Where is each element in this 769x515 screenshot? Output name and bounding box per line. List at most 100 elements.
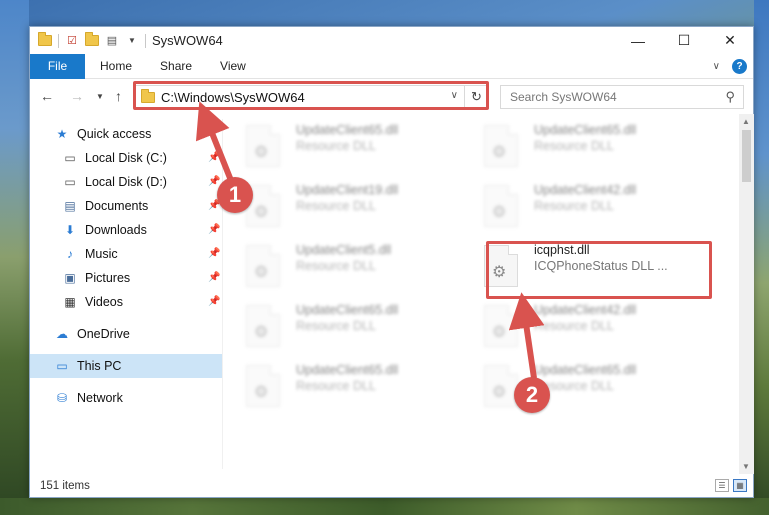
pin-icon[interactable]: 📌	[208, 248, 220, 259]
sidebar-item-network[interactable]: ⛁ Network	[30, 386, 222, 410]
dll-file-icon: ⚙	[484, 125, 518, 167]
file-item[interactable]: ⚙ UpdateClient19.dll Resource DLL	[230, 179, 450, 235]
sidebar-item-downloads[interactable]: ⬇ Downloads 📌	[30, 218, 222, 242]
ribbon-right: ∨ ?	[713, 54, 747, 79]
sidebar-item-local-disk-c[interactable]: ▭ Local Disk (C:) 📌	[30, 146, 222, 170]
sidebar-item-onedrive[interactable]: ☁ OneDrive	[30, 322, 222, 346]
file-item[interactable]: ⚙ UpdateClient65.dll Resource DLL	[230, 119, 450, 175]
minimize-button[interactable]: —	[615, 27, 661, 54]
file-description: Resource DLL	[534, 199, 614, 213]
file-item[interactable]: ⚙ UpdateClient5.dll Resource DLL	[230, 239, 450, 295]
close-button[interactable]: ✕	[707, 27, 753, 54]
sidebar-item-pictures[interactable]: ▣ Pictures 📌	[30, 266, 222, 290]
gear-icon: ⚙	[492, 144, 507, 161]
folder-icon	[38, 32, 52, 48]
sidebar-item-label: Network	[77, 391, 123, 405]
file-name: UpdateClient19.dll	[296, 183, 399, 197]
recent-locations-icon[interactable]: ▼	[96, 92, 104, 101]
dll-file-icon: ⚙	[246, 125, 280, 167]
up-arrow-icon[interactable]: ↑	[115, 88, 122, 104]
customize-toolbar-icon[interactable]: ▤	[105, 34, 119, 48]
sidebar-item-quick-access[interactable]: ★ Quick access	[30, 122, 222, 146]
file-name: UpdateClient65.dll	[534, 123, 637, 137]
toolbar-separator	[58, 33, 59, 48]
file-item[interactable]: ⚙ UpdateClient65.dll Resource DLL	[468, 359, 688, 415]
scroll-down-icon[interactable]: ▼	[742, 462, 750, 471]
file-description: Resource DLL	[296, 199, 376, 213]
tab-share[interactable]: Share	[146, 54, 206, 79]
scroll-up-icon[interactable]: ▲	[742, 117, 750, 126]
window-controls: — ☐ ✕	[615, 27, 753, 54]
search-icon[interactable]: ⚲	[725, 89, 735, 105]
details-view-icon[interactable]: ☰	[715, 479, 729, 492]
sidebar-item-music[interactable]: ♪ Music 📌	[30, 242, 222, 266]
tiles-view-icon[interactable]: ▦	[733, 479, 747, 492]
sidebar-item-label: Documents	[85, 199, 149, 213]
tab-home[interactable]: Home	[85, 54, 146, 79]
chevron-down-icon[interactable]: ▼	[125, 34, 139, 48]
pane-divider	[222, 119, 223, 469]
file-name: UpdateClient5.dll	[296, 243, 392, 257]
file-description: Resource DLL	[296, 319, 376, 333]
pin-icon[interactable]: 📌	[208, 296, 220, 307]
navigation-pane: ★ Quick access ▭ Local Disk (C:) 📌 ▭ Loc…	[30, 119, 222, 471]
file-name: UpdateClient42.dll	[534, 303, 637, 317]
dll-file-icon: ⚙	[246, 305, 280, 347]
pictures-icon: ▣	[64, 271, 76, 285]
scrollbar-thumb[interactable]	[742, 130, 751, 182]
sidebar-item-label: Quick access	[77, 127, 152, 141]
search-input[interactable]: Search SysWOW64 ⚲	[500, 85, 744, 109]
file-description: Resource DLL	[296, 379, 376, 393]
sidebar-item-label: Local Disk (C:)	[85, 151, 167, 165]
desktop-background-left	[0, 0, 29, 515]
star-icon: ★	[56, 127, 68, 141]
file-item[interactable]: ⚙ UpdateClient65.dll Resource DLL	[230, 359, 450, 415]
pin-icon[interactable]: 📌	[208, 224, 220, 235]
file-item[interactable]: ⚙ UpdateClient65.dll Resource DLL	[468, 119, 688, 175]
vertical-scrollbar[interactable]: ▲ ▼	[739, 114, 754, 474]
new-folder-icon[interactable]	[85, 32, 99, 48]
item-count: 151 items	[40, 480, 90, 492]
desktop-background-right	[754, 0, 769, 515]
sidebar-item-label: Music	[85, 247, 118, 261]
sidebar-item-documents[interactable]: ▤ Documents 📌	[30, 194, 222, 218]
gear-icon: ⚙	[492, 204, 507, 221]
documents-icon: ▤	[64, 199, 76, 213]
gear-icon: ⚙	[254, 384, 269, 401]
sidebar-item-label: Videos	[85, 295, 123, 309]
help-icon[interactable]: ?	[732, 59, 747, 74]
file-item[interactable]: ⚙ UpdateClient42.dll Resource DLL	[468, 299, 688, 355]
forward-arrow-icon[interactable]: →	[70, 88, 84, 104]
gear-icon: ⚙	[254, 144, 269, 161]
sidebar-item-label: This PC	[77, 359, 122, 373]
file-highlight-box	[486, 241, 712, 299]
properties-icon[interactable]: ☑	[65, 34, 79, 48]
file-explorer-window: ☑ ▤ ▼ SysWOW64 — ☐ ✕ File Home Share Vie…	[29, 26, 754, 498]
address-highlight-box	[133, 81, 489, 110]
file-description: Resource DLL	[534, 139, 614, 153]
gear-icon: ⚙	[254, 324, 269, 341]
dll-file-icon: ⚙	[484, 185, 518, 227]
file-item[interactable]: ⚙ UpdateClient42.dll Resource DLL	[468, 179, 688, 235]
pin-icon[interactable]: 📌	[208, 152, 220, 163]
cloud-icon: ☁	[56, 327, 68, 341]
sidebar-item-local-disk-d[interactable]: ▭ Local Disk (D:) 📌	[30, 170, 222, 194]
tab-file[interactable]: File	[30, 53, 85, 79]
gear-icon: ⚙	[492, 384, 507, 401]
expand-ribbon-icon[interactable]: ∨	[713, 61, 720, 72]
tab-view[interactable]: View	[206, 54, 260, 79]
sidebar-item-this-pc[interactable]: ▭ This PC	[30, 354, 222, 378]
dll-file-icon: ⚙	[246, 365, 280, 407]
dll-file-icon: ⚙	[484, 305, 518, 347]
file-name: UpdateClient42.dll	[534, 183, 637, 197]
window-title: SysWOW64	[152, 33, 223, 48]
file-item[interactable]: ⚙ UpdateClient65.dll Resource DLL	[230, 299, 450, 355]
dll-file-icon: ⚙	[484, 365, 518, 407]
title-bar: ☑ ▤ ▼ SysWOW64 — ☐ ✕	[30, 27, 753, 54]
maximize-button[interactable]: ☐	[661, 27, 707, 54]
pin-icon[interactable]: 📌	[208, 272, 220, 283]
gear-icon: ⚙	[492, 324, 507, 341]
back-arrow-icon[interactable]: ←	[40, 88, 54, 104]
sidebar-item-videos[interactable]: ▦ Videos 📌	[30, 290, 222, 314]
computer-icon: ▭	[56, 359, 68, 373]
